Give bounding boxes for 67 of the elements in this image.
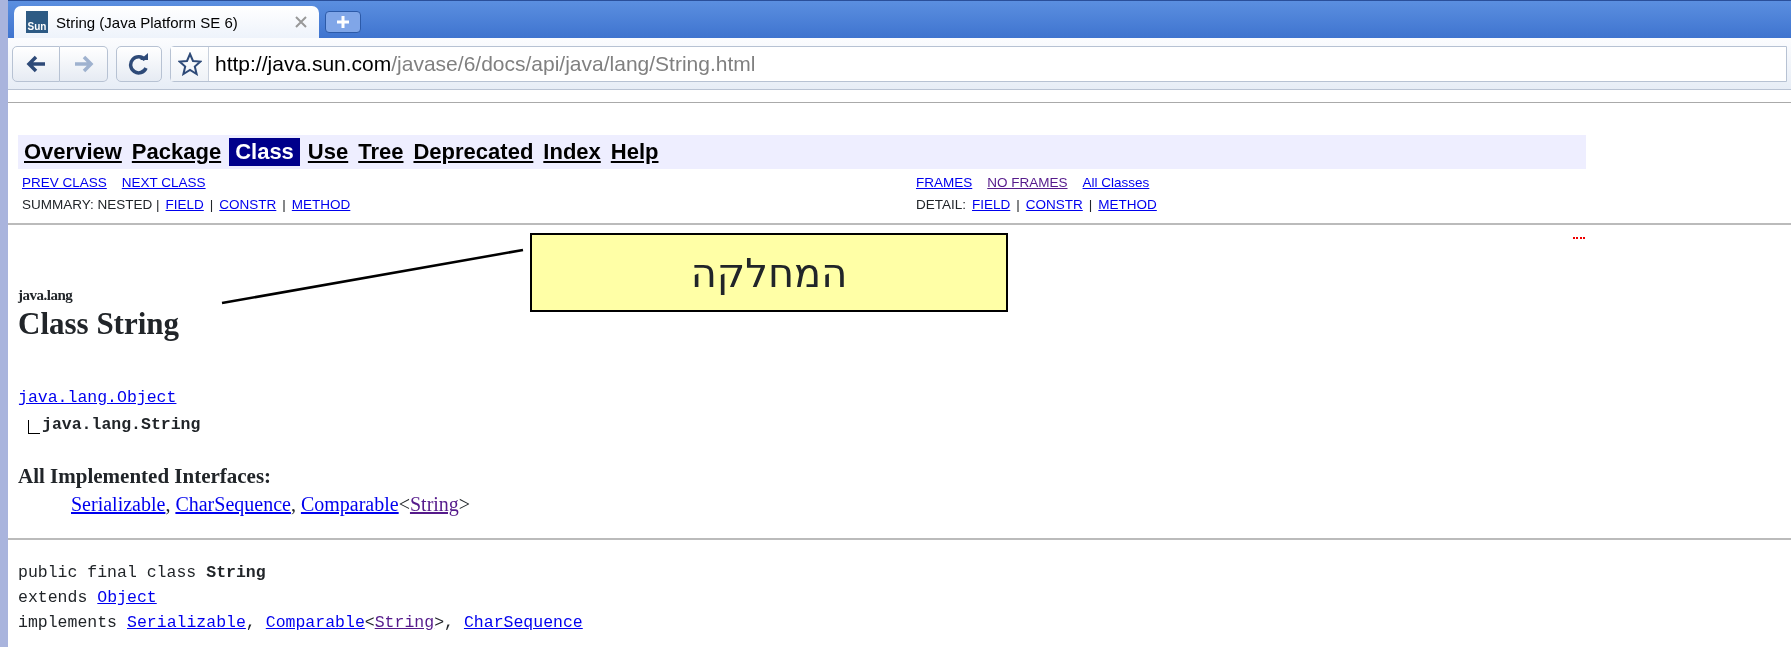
reload-icon <box>128 52 150 75</box>
nav-link[interactable]: Help <box>608 138 661 166</box>
label-text: DETAIL: <box>916 196 966 212</box>
package-name: java.lang <box>18 287 73 304</box>
tree-branch-icon <box>28 420 40 434</box>
link[interactable]: FIELD <box>165 196 204 212</box>
close-icon[interactable] <box>295 16 307 28</box>
code-text: < <box>364 612 375 634</box>
back-arrow-icon <box>25 53 47 74</box>
site-favicon: Sun <box>26 11 48 33</box>
nav-link[interactable]: Package <box>129 138 224 166</box>
star-icon <box>177 51 202 76</box>
reload-button[interactable] <box>116 45 162 82</box>
dotted-mark <box>1573 237 1585 239</box>
class-title: Class String <box>18 306 180 342</box>
link[interactable]: All Classes <box>1082 174 1150 190</box>
nav-link[interactable]: Use <box>305 138 351 166</box>
nav-tab-current[interactable]: Class <box>229 138 300 166</box>
code-text: >, <box>434 612 454 634</box>
code-text: implements <box>18 612 118 634</box>
punctuation: > <box>458 493 471 515</box>
code-text: , <box>245 612 256 634</box>
interface-link[interactable]: String <box>409 493 459 516</box>
address-bar[interactable]: http://java.sun.com/javase/6/docs/api/java/lang/String.html <box>170 45 1787 82</box>
forward-arrow-icon <box>72 53 95 74</box>
code-text: public final class <box>18 562 197 584</box>
interface-link[interactable]: Serializable <box>71 493 166 516</box>
link[interactable]: PREV CLASS <box>22 174 107 190</box>
type-link[interactable]: Object <box>97 585 157 610</box>
interface-link[interactable]: Comparable <box>300 493 399 516</box>
nav-link[interactable]: Index <box>541 138 603 166</box>
label-text: SUMMARY: NESTED | <box>22 196 160 212</box>
link[interactable]: FIELD <box>972 196 1011 212</box>
link[interactable]: METHOD <box>1098 196 1157 212</box>
link[interactable]: NEXT CLASS <box>121 174 206 190</box>
nav-link[interactable]: Overview <box>22 138 124 166</box>
interface-link[interactable]: CharSequence <box>175 493 291 516</box>
type-link[interactable]: Comparable <box>265 610 365 635</box>
callout-label: המחלקה <box>530 233 1008 312</box>
class-name: java.lang.String <box>42 414 201 436</box>
code-text: extends <box>18 587 88 609</box>
link[interactable]: NO FRAMES <box>987 174 1068 190</box>
nav-link[interactable]: Tree <box>356 138 406 166</box>
back-button[interactable] <box>12 45 60 82</box>
nav-link[interactable]: Deprecated <box>411 138 536 166</box>
browser-tab[interactable]: Sun String (Java Platform SE 6) <box>14 6 319 38</box>
link[interactable]: CONSTR <box>219 196 277 212</box>
tab-title: String (Java Platform SE 6) <box>56 13 238 31</box>
punctuation: , <box>165 493 171 516</box>
link[interactable]: FRAMES <box>916 174 973 190</box>
label-text: | <box>282 196 286 212</box>
parent-class-link[interactable]: java.lang.Object <box>18 388 177 407</box>
punctuation: < <box>398 493 410 516</box>
link[interactable]: METHOD <box>291 196 351 212</box>
new-tab-button[interactable] <box>325 11 361 33</box>
type-link[interactable]: CharSequence <box>463 610 583 635</box>
url-text: http://java.sun.com/javase/6/docs/api/java/lang/String.html <box>214 51 756 76</box>
label-text: | <box>1088 196 1093 212</box>
label-text: | <box>1016 196 1020 212</box>
label-text: | <box>209 196 214 212</box>
section-heading: All Implemented Interfaces: <box>18 464 273 489</box>
punctuation: , <box>290 493 296 515</box>
type-link[interactable]: Serializable <box>127 610 246 635</box>
link[interactable]: CONSTR <box>1025 196 1083 212</box>
class-name: String <box>206 562 266 584</box>
plus-icon <box>336 15 350 29</box>
type-link[interactable]: String <box>374 610 435 635</box>
